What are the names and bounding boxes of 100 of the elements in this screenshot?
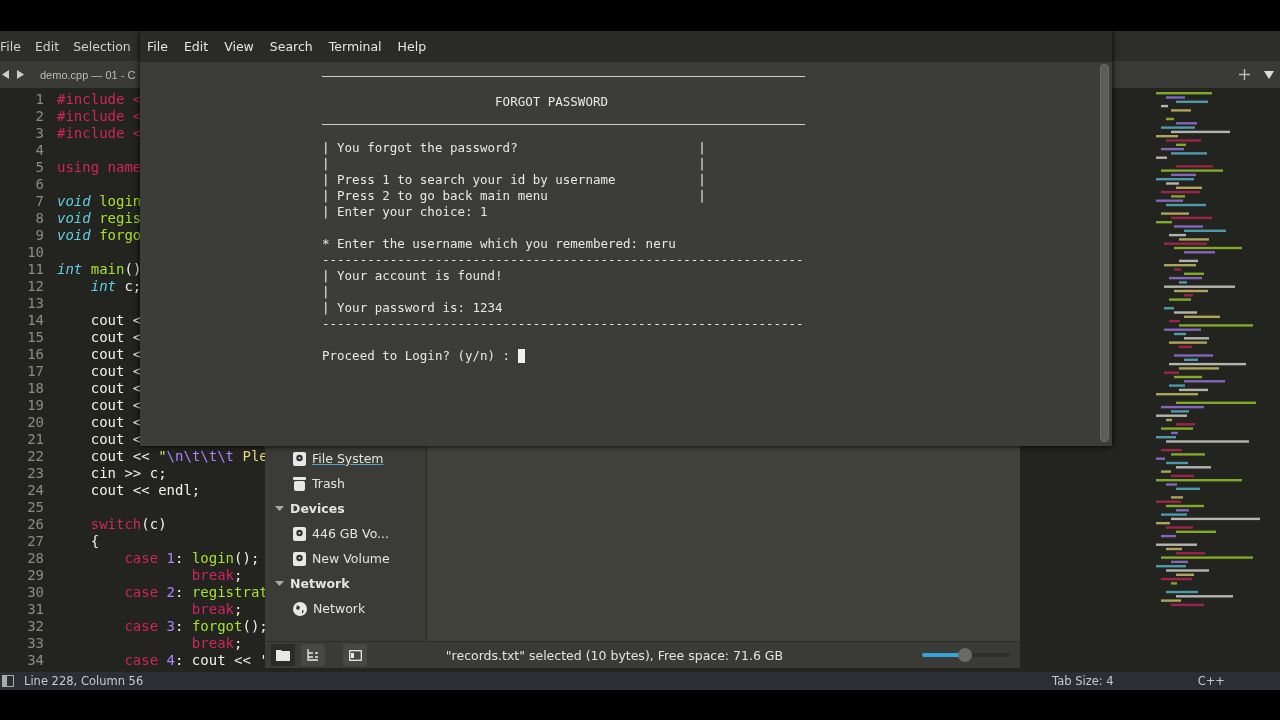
code-token: (); [242, 618, 268, 635]
code-token: void [57, 193, 91, 210]
code-token: void [57, 210, 91, 227]
terminal-prompt: Proceed to Login? (y/n) : [322, 348, 511, 364]
code-token: cout << [89, 448, 151, 465]
line-number: 30 [26, 584, 44, 601]
line-number: 5 [34, 159, 44, 176]
code-token: : cout << ' [175, 652, 268, 669]
line-number: 4 [34, 142, 44, 159]
sidebar-item[interactable]: Trash [312, 476, 346, 491]
drive-icon [293, 526, 306, 541]
line-number: 24 [26, 482, 44, 499]
code-token: forgo [98, 227, 142, 244]
line-number: 6 [34, 176, 44, 193]
expanded-triangle-icon[interactable] [275, 579, 284, 588]
folder-icon [276, 649, 290, 661]
line-number: 18 [26, 380, 44, 397]
code-token: 2 [165, 584, 175, 601]
code-token: (); [234, 550, 260, 567]
line-number: 2 [34, 108, 44, 125]
line-number: 26 [26, 516, 44, 533]
menu-item[interactable]: View [224, 39, 254, 54]
plus-icon[interactable] [1239, 69, 1250, 80]
forward-arrow-icon[interactable] [17, 70, 24, 79]
menu-item[interactable]: File [0, 38, 21, 54]
menu-item[interactable]: Terminal [328, 39, 382, 54]
terminal-line: | Press 2 to go back main menu | [322, 188, 706, 204]
view-button[interactable] [301, 644, 325, 666]
code-token: case [123, 652, 159, 669]
tab-size[interactable]: Tab Size: 4 [1052, 674, 1114, 688]
code-token: (c) [141, 516, 167, 533]
drive-icon [293, 451, 306, 466]
drive-icon [293, 551, 306, 566]
terminal-line: | You forgot the password? | [322, 140, 706, 156]
line-number: 8 [34, 210, 44, 227]
line-number: 14 [26, 312, 44, 329]
code-token: using name [57, 159, 142, 176]
code-token: void [57, 227, 91, 244]
view-button[interactable] [271, 644, 295, 666]
code-token: break [190, 601, 234, 618]
text-cursor [518, 349, 526, 363]
terminal-line: ---------------------------------------------------------------- [322, 316, 804, 332]
terminal-line: | [322, 284, 330, 300]
code-token: regis [98, 210, 142, 227]
tab-title[interactable]: demo.cpp — 01 - C [40, 68, 136, 81]
expanded-triangle-icon[interactable] [275, 504, 284, 513]
line-number: 23 [26, 465, 44, 482]
code-token: break [190, 635, 234, 652]
code-token: main [89, 261, 125, 278]
menu-item[interactable]: Selection [73, 38, 131, 54]
back-arrow-icon[interactable] [2, 70, 9, 79]
terminal-line: * Enter the username which you remembered: neru [322, 236, 676, 252]
scrollbar[interactable] [1100, 64, 1109, 442]
code-token: int [89, 278, 116, 295]
view-button[interactable] [343, 644, 367, 666]
tree-icon [307, 649, 319, 661]
code-token: ; [234, 567, 243, 584]
code-token: case [123, 618, 159, 635]
line-number: 17 [26, 363, 44, 380]
line-number: 1 [34, 91, 44, 108]
menu-item[interactable]: Edit [34, 38, 60, 54]
menu-item[interactable]: Help [397, 39, 427, 54]
terminal-line: | Your account is found! [322, 268, 503, 284]
line-number: 12 [26, 278, 44, 295]
code-token: cout << endl; [89, 482, 201, 499]
panel-icon [348, 649, 362, 661]
section-header: Devices [290, 501, 345, 516]
dropdown-icon[interactable] [1264, 70, 1274, 79]
sidebar-item[interactable]: New Volume [312, 551, 390, 566]
menu-item[interactable]: File [147, 39, 168, 54]
menu-item[interactable]: Search [269, 39, 313, 54]
zoom-slider[interactable] [922, 648, 1010, 662]
line-number: 31 [26, 601, 44, 618]
menu-item[interactable]: Edit [183, 39, 209, 54]
terminal-line: ---------------------------------------------------------------- [322, 252, 804, 268]
terminal-line: | Your password is: 1234 [322, 300, 503, 316]
globe-icon [293, 601, 307, 616]
section-header: Network [290, 576, 350, 591]
code-token: : [175, 550, 185, 567]
code-token: 1 [165, 550, 175, 567]
line-number: 28 [26, 550, 44, 567]
panel-toggle-icon[interactable] [2, 675, 14, 687]
syntax-mode[interactable]: C++ [1197, 674, 1225, 688]
trash-icon [293, 476, 306, 491]
code-token: ; [234, 635, 243, 652]
code-token: () [124, 261, 142, 278]
code-token: cin >> c; [89, 465, 167, 482]
cursor-position: Line 228, Column 56 [24, 674, 144, 688]
sidebar-item[interactable]: 446 GB Vo... [312, 526, 389, 541]
sidebar-item[interactable]: File System [312, 451, 384, 466]
code-token: 3 [165, 618, 175, 635]
code-token: { [89, 533, 100, 550]
code-token: case [123, 584, 159, 601]
code-token: case [123, 550, 159, 567]
line-number: 11 [26, 261, 44, 278]
code-token: \n\t\t\t [166, 448, 235, 465]
line-number: 13 [26, 295, 44, 312]
code-token: registrat [191, 584, 268, 601]
sidebar-item[interactable]: Network [313, 601, 366, 616]
terminal-line: | Enter your choice: 1 [322, 204, 488, 220]
